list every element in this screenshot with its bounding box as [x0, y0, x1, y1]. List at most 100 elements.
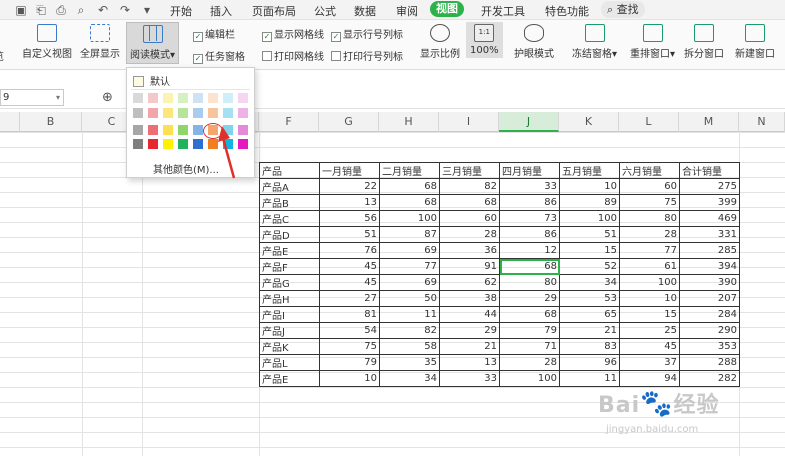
table-header-cell[interactable]: 产品: [259, 162, 320, 179]
sales-value-cell[interactable]: 25: [619, 322, 680, 339]
sales-value-cell[interactable]: 60: [619, 178, 680, 195]
print-icon[interactable]: ⎙: [54, 3, 68, 17]
sales-value-cell[interactable]: 22: [319, 178, 380, 195]
table-header-cell[interactable]: 五月销量: [559, 162, 620, 179]
sales-value-cell[interactable]: 288: [679, 354, 740, 371]
sales-value-cell[interactable]: 61: [619, 258, 680, 275]
redo-icon[interactable]: ↷: [118, 3, 132, 17]
preview-icon[interactable]: ⌕: [74, 3, 88, 17]
color-swatch[interactable]: [193, 139, 203, 149]
sales-value-cell[interactable]: 29: [499, 290, 560, 307]
sales-value-cell[interactable]: 34: [559, 274, 620, 291]
menu-formulas[interactable]: 公式: [314, 3, 336, 19]
column-header-H[interactable]: H: [379, 112, 439, 132]
sales-value-cell[interactable]: 394: [679, 258, 740, 275]
checkbox-print-row-col-headers[interactable]: 打印行号列标: [331, 51, 403, 64]
export-icon[interactable]: ⎗: [34, 3, 48, 17]
product-name-cell[interactable]: 产品L: [259, 354, 320, 371]
color-swatch[interactable]: [223, 108, 233, 118]
sales-value-cell[interactable]: 282: [679, 370, 740, 387]
sales-value-cell[interactable]: 65: [559, 306, 620, 323]
sales-value-cell[interactable]: 38: [439, 290, 500, 307]
sales-value-cell[interactable]: 68: [499, 306, 560, 323]
sales-value-cell[interactable]: 284: [679, 306, 740, 323]
checkbox-show-gridlines[interactable]: ✓ 显示网格线: [262, 29, 324, 42]
column-header-K[interactable]: K: [559, 112, 619, 132]
sales-value-cell[interactable]: 62: [439, 274, 500, 291]
new-window-button[interactable]: 新建窗口: [735, 24, 775, 60]
sales-value-cell[interactable]: 100: [619, 274, 680, 291]
sales-value-cell[interactable]: 71: [499, 338, 560, 355]
sales-value-cell[interactable]: 69: [379, 242, 440, 259]
sales-value-cell[interactable]: 79: [319, 354, 380, 371]
sales-value-cell[interactable]: 15: [559, 242, 620, 259]
sales-value-cell[interactable]: 80: [499, 274, 560, 291]
table-header-cell[interactable]: 二月销量: [379, 162, 440, 179]
zoom-button[interactable]: 显示比例: [420, 24, 460, 60]
column-header-B[interactable]: B: [20, 112, 82, 132]
color-swatch[interactable]: [133, 139, 143, 149]
sales-value-cell[interactable]: 79: [499, 322, 560, 339]
sales-value-cell[interactable]: 75: [319, 338, 380, 355]
sales-value-cell[interactable]: 100: [499, 370, 560, 387]
color-swatch[interactable]: [178, 93, 188, 103]
menu-developer[interactable]: 开发工具: [481, 3, 525, 19]
sales-value-cell[interactable]: 390: [679, 274, 740, 291]
sales-value-cell[interactable]: 80: [619, 210, 680, 227]
sales-value-cell[interactable]: 207: [679, 290, 740, 307]
sales-value-cell[interactable]: 87: [379, 226, 440, 243]
full-screen-button[interactable]: 全屏显示: [80, 24, 120, 60]
sales-value-cell[interactable]: 52: [559, 258, 620, 275]
product-name-cell[interactable]: 产品E: [259, 370, 320, 387]
color-swatch[interactable]: [163, 139, 173, 149]
checkbox-formula-bar[interactable]: ✓ 编辑栏: [193, 29, 235, 42]
more-colors-option[interactable]: 其他颜色(M)...: [153, 161, 219, 176]
sales-value-cell[interactable]: 58: [379, 338, 440, 355]
product-name-cell[interactable]: 产品B: [259, 194, 320, 211]
sales-value-cell[interactable]: 54: [319, 322, 380, 339]
color-swatch[interactable]: [238, 93, 248, 103]
sales-value-cell[interactable]: 82: [439, 178, 500, 195]
sales-value-cell[interactable]: 45: [319, 258, 380, 275]
color-swatch[interactable]: [178, 139, 188, 149]
table-header-cell[interactable]: 合计销量: [679, 162, 740, 179]
column-header-F[interactable]: F: [259, 112, 319, 132]
checkbox-print-gridlines[interactable]: 打印网格线: [262, 51, 324, 64]
column-header-L[interactable]: L: [619, 112, 679, 132]
menu-view[interactable]: 视图: [430, 1, 464, 17]
zoom-100-button[interactable]: 1:1 100%: [466, 22, 503, 58]
save-icon[interactable]: ▣: [14, 3, 28, 17]
color-swatch[interactable]: [133, 93, 143, 103]
column-header-J[interactable]: J: [499, 112, 559, 132]
sales-value-cell[interactable]: 45: [619, 338, 680, 355]
sales-value-cell[interactable]: 28: [619, 226, 680, 243]
product-name-cell[interactable]: 产品H: [259, 290, 320, 307]
sales-value-cell[interactable]: 285: [679, 242, 740, 259]
sales-value-cell[interactable]: 36: [439, 242, 500, 259]
sales-value-cell[interactable]: 13: [439, 354, 500, 371]
menu-insert[interactable]: 插入: [210, 3, 232, 19]
checkbox-show-row-col-headers[interactable]: ✓ 显示行号列标: [331, 29, 403, 42]
sales-value-cell[interactable]: 35: [379, 354, 440, 371]
product-name-cell[interactable]: 产品F: [259, 258, 320, 275]
arrange-windows-button[interactable]: 重排窗口▾: [630, 24, 675, 60]
sales-value-cell[interactable]: 353: [679, 338, 740, 355]
product-name-cell[interactable]: 产品C: [259, 210, 320, 227]
menu-review[interactable]: 审阅: [396, 3, 418, 19]
sales-value-cell[interactable]: 331: [679, 226, 740, 243]
product-name-cell[interactable]: 产品D: [259, 226, 320, 243]
sales-value-cell[interactable]: 34: [379, 370, 440, 387]
menu-data[interactable]: 数据: [354, 3, 376, 19]
color-swatch[interactable]: [223, 93, 233, 103]
color-swatch[interactable]: [208, 108, 218, 118]
custom-view-button[interactable]: 自定义视图: [22, 24, 72, 60]
sales-value-cell[interactable]: 27: [319, 290, 380, 307]
sales-value-cell[interactable]: 28: [439, 226, 500, 243]
product-name-cell[interactable]: 产品I: [259, 306, 320, 323]
color-swatch[interactable]: [208, 93, 218, 103]
sales-value-cell[interactable]: 89: [559, 194, 620, 211]
product-name-cell[interactable]: 产品J: [259, 322, 320, 339]
sales-value-cell[interactable]: 60: [439, 210, 500, 227]
sales-value-cell[interactable]: 53: [559, 290, 620, 307]
column-header-M[interactable]: M: [679, 112, 739, 132]
